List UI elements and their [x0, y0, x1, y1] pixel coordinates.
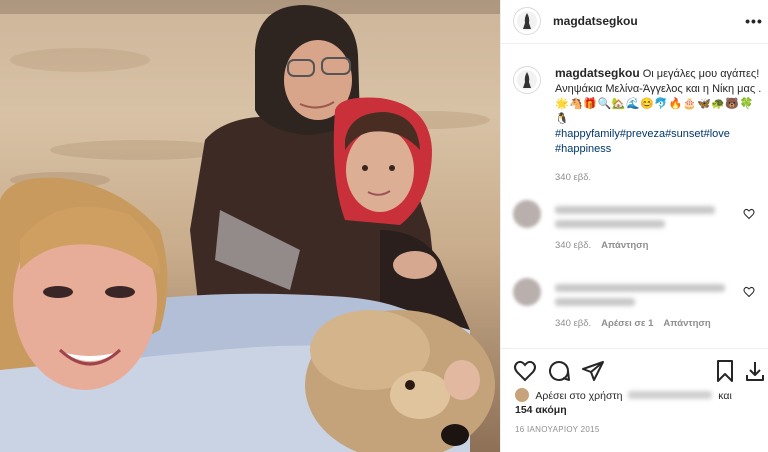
photo-illustration: [0, 0, 500, 452]
blurred-comment-text: [555, 220, 665, 228]
post-header: magdatsegkou •••: [501, 0, 768, 44]
comment-time: 340 εβδ.: [555, 318, 592, 329]
post-date: 16 ΙΑΝΟΥΑΡΙΟΥ 2015: [515, 425, 600, 434]
action-bar: [501, 348, 768, 392]
blurred-comment-text: [555, 284, 725, 292]
likes-summary: Αρέσει στο χρήστη και 154 ακόμη: [515, 388, 761, 417]
caption-hashtags[interactable]: #happyfamily#preveza#sunset#love #happin…: [555, 127, 767, 157]
avatar-image: [517, 70, 537, 90]
comment-item: 340 εβδ. Αρέσει σε 1 Απάντηση: [513, 278, 768, 338]
caption-time: 340 εβδ.: [555, 172, 592, 183]
comment-likes-link[interactable]: Αρέσει σε 1: [601, 318, 653, 329]
reply-button[interactable]: Απάντηση: [663, 318, 710, 329]
likes-prefix: Αρέσει στο χρήστη: [535, 390, 623, 402]
reply-button[interactable]: Απάντηση: [601, 240, 648, 251]
post-photo[interactable]: [0, 0, 500, 452]
comment-meta: 340 εβδ. Αρέσει σε 1 Απάντηση: [555, 318, 711, 329]
heart-icon[interactable]: [513, 359, 537, 383]
blurred-comment-text: [555, 206, 715, 214]
comment-meta: 340 εβδ. Απάντηση: [555, 240, 648, 251]
comment-avatar[interactable]: [513, 278, 541, 306]
comment-heart-icon[interactable]: [743, 286, 755, 298]
comment-icon[interactable]: [547, 359, 571, 383]
avatar-image: [517, 11, 537, 31]
header-username[interactable]: magdatsegkou: [553, 14, 638, 28]
post-sidebar: magdatsegkou ••• magdatsegkou Οι μεγάλες…: [500, 0, 768, 452]
likes-count-link[interactable]: 154 ακόμη: [515, 404, 567, 416]
comment-avatar[interactable]: [513, 200, 541, 228]
caption-body: magdatsegkou Οι μεγάλες μου αγάπες! Ανηψ…: [555, 66, 767, 157]
avatar[interactable]: [513, 7, 541, 35]
comment-item: 340 εβδ. Απάντηση: [513, 200, 768, 260]
caption-avatar[interactable]: [513, 66, 541, 94]
blurred-comment-text: [555, 298, 635, 306]
comment-time: 340 εβδ.: [555, 240, 592, 251]
comment-heart-icon[interactable]: [743, 208, 755, 220]
caption-username[interactable]: magdatsegkou: [555, 66, 640, 80]
download-icon[interactable]: [743, 359, 767, 383]
bookmark-icon[interactable]: [713, 359, 737, 383]
blurred-liker-name: [628, 391, 713, 399]
more-options-icon[interactable]: •••: [745, 12, 763, 30]
likes-and: και: [718, 390, 732, 402]
liker-avatar[interactable]: [515, 388, 529, 402]
share-icon[interactable]: [581, 359, 605, 383]
caption-emojis: 🌟🐴🎁🔍🏡🌊😊🐬🔥🎂🦋🐢🐻🍀🐧: [555, 98, 754, 125]
